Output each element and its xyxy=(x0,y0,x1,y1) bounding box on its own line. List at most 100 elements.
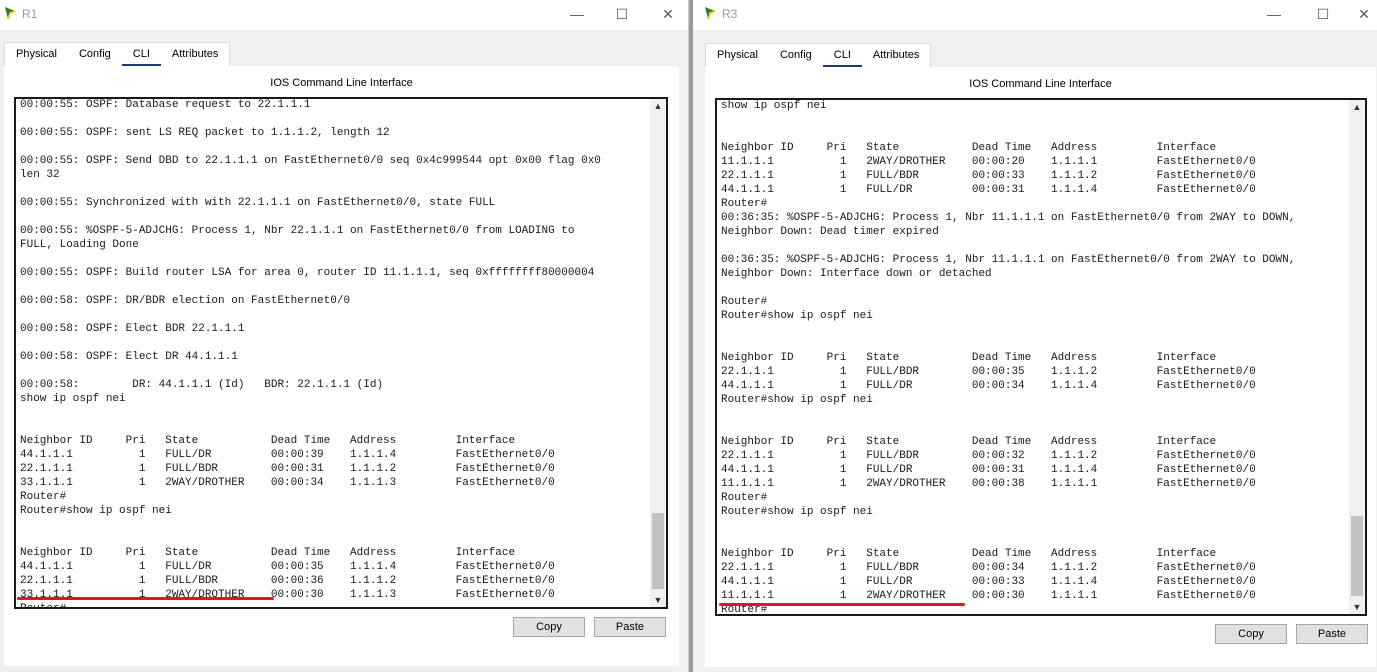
highlight-underline xyxy=(719,603,965,606)
copy-button[interactable]: Copy xyxy=(1215,624,1287,644)
console-line: 00:00:58: DR: 44.1.1.1 (Id) BDR: 22.1.1.… xyxy=(20,379,384,391)
scroll-up-arrow-icon[interactable]: ▲ xyxy=(1349,100,1365,114)
scroll-down-arrow-icon[interactable]: ▼ xyxy=(650,593,666,607)
console-line: 00:00:55: OSPF: Build router LSA for are… xyxy=(20,267,595,279)
scroll-up-arrow-icon[interactable]: ▲ xyxy=(650,99,666,113)
console-line: 22.1.1.1 1 FULL/BDR 00:00:36 1.1.1.2 Fas… xyxy=(20,575,555,587)
panel-title: IOS Command Line Interface xyxy=(969,78,1112,90)
console-line: 44.1.1.1 1 FULL/DR 00:00:39 1.1.1.4 Fast… xyxy=(20,449,555,461)
console-output[interactable]: show ip ospf nei Neighbor ID Pri State De… xyxy=(721,100,1345,614)
console-line: Router#show ip ospf nei xyxy=(721,310,873,322)
maximize-icon[interactable]: ☐ xyxy=(1310,3,1336,25)
paste-button[interactable]: Paste xyxy=(594,617,666,637)
tab-attributes[interactable]: Attributes xyxy=(160,43,230,65)
tab-config[interactable]: Config xyxy=(768,44,823,66)
console-line: 44.1.1.1 1 FULL/DR 00:00:35 1.1.1.4 Fast… xyxy=(20,561,555,573)
console-line: 44.1.1.1 1 FULL/DR 00:00:31 1.1.1.4 Fast… xyxy=(721,464,1256,476)
console-line: Neighbor ID Pri State Dead Time Address … xyxy=(20,547,516,559)
vertical-scrollbar[interactable]: ▲ ▼ xyxy=(650,99,666,607)
tab-config[interactable]: Config xyxy=(67,43,122,65)
window-title: R3 xyxy=(722,7,738,21)
cli-console[interactable]: show ip ospf nei Neighbor ID Pri State De… xyxy=(715,98,1367,616)
console-line: 00:00:55: Synchronized with with 22.1.1.… xyxy=(20,197,496,209)
console-line: 44.1.1.1 1 FULL/DR 00:00:31 1.1.1.4 Fast… xyxy=(721,184,1256,196)
tab-bar: Physical Config CLI Attributes xyxy=(705,43,932,68)
console-line: show ip ospf nei xyxy=(721,100,827,112)
console-line: 00:00:55: %OSPF-5-ADJCHG: Process 1, Nbr… xyxy=(20,225,575,237)
console-line: 22.1.1.1 1 FULL/BDR 00:00:31 1.1.1.2 Fas… xyxy=(20,463,555,475)
cli-panel: IOS Command Line Interface show ip ospf … xyxy=(705,67,1376,667)
tab-physical[interactable]: Physical xyxy=(5,43,68,65)
console-line: 00:36:35: %OSPF-5-ADJCHG: Process 1, Nbr… xyxy=(721,254,1296,266)
close-icon[interactable]: ✕ xyxy=(655,3,681,25)
console-line: Router#show ip ospf nei xyxy=(721,394,873,406)
minimize-icon[interactable]: — xyxy=(1261,3,1287,25)
tab-cli[interactable]: CLI xyxy=(822,44,863,68)
console-line: Neighbor Down: Dead timer expired xyxy=(721,226,939,238)
console-line: Router# xyxy=(20,491,67,503)
scroll-thumb[interactable] xyxy=(652,513,664,589)
minimize-icon[interactable]: — xyxy=(564,3,590,25)
console-line: 22.1.1.1 1 FULL/BDR 00:00:33 1.1.1.2 Fas… xyxy=(721,170,1256,182)
console-line: Router# xyxy=(721,198,768,210)
console-line: Router# xyxy=(721,492,768,504)
console-line: 00:00:58: OSPF: Elect BDR 22.1.1.1 xyxy=(20,323,245,335)
console-line: 00:36:35: %OSPF-5-ADJCHG: Process 1, Nbr… xyxy=(721,212,1296,224)
console-line: 22.1.1.1 1 FULL/BDR 00:00:34 1.1.1.2 Fas… xyxy=(721,562,1256,574)
console-line: 00:00:58: OSPF: DR/BDR election on FastE… xyxy=(20,295,351,307)
router-app-icon xyxy=(705,7,716,20)
tab-cli[interactable]: CLI xyxy=(121,43,162,67)
console-line: show ip ospf nei xyxy=(20,393,126,405)
tab-bar: Physical Config CLI Attributes xyxy=(4,42,231,67)
console-output[interactable]: 00:00:55: OSPF: Database request to 22.1… xyxy=(20,99,646,607)
copy-button[interactable]: Copy xyxy=(513,617,585,637)
console-line: Router#show ip ospf nei xyxy=(721,506,873,518)
console-line: Router# xyxy=(20,602,646,607)
console-line: 00:00:55: OSPF: Send DBD to 22.1.1.1 on … xyxy=(20,155,601,167)
cli-console[interactable]: 00:00:55: OSPF: Database request to 22.1… xyxy=(14,97,668,609)
paste-button[interactable]: Paste xyxy=(1296,624,1368,644)
console-line: 00:00:55: OSPF: sent LS REQ packet to 1.… xyxy=(20,127,390,139)
console-line: 33.1.1.1 1 2WAY/DROTHER 00:00:34 1.1.1.3… xyxy=(20,477,555,489)
console-line: Neighbor ID Pri State Dead Time Address … xyxy=(20,435,516,447)
console-line: 00:00:58: OSPF: Elect DR 44.1.1.1 xyxy=(20,351,238,363)
vertical-scrollbar[interactable]: ▲ ▼ xyxy=(1349,100,1365,614)
tab-physical[interactable]: Physical xyxy=(706,44,769,66)
console-line: Neighbor ID Pri State Dead Time Address … xyxy=(721,548,1217,560)
maximize-icon[interactable]: ☐ xyxy=(609,3,635,25)
title-bar[interactable]: R3 — ☐ ✕ xyxy=(693,0,1377,30)
console-line: Neighbor ID Pri State Dead Time Address … xyxy=(721,352,1217,364)
scroll-down-arrow-icon[interactable]: ▼ xyxy=(1349,600,1365,614)
highlight-underline xyxy=(17,597,274,600)
console-line: 44.1.1.1 1 FULL/DR 00:00:34 1.1.1.4 Fast… xyxy=(721,380,1256,392)
title-bar[interactable]: R1 — ☐ ✕ xyxy=(0,0,688,30)
console-line: 00:00:55: OSPF: Database request to 22.1… xyxy=(20,99,311,111)
scroll-thumb[interactable] xyxy=(1351,516,1363,596)
panel-title: IOS Command Line Interface xyxy=(270,77,413,89)
close-icon[interactable]: ✕ xyxy=(1351,3,1377,25)
cli-panel: IOS Command Line Interface 00:00:55: OSP… xyxy=(4,66,679,666)
console-line: Neighbor ID Pri State Dead Time Address … xyxy=(721,142,1217,154)
console-line: 22.1.1.1 1 FULL/BDR 00:00:32 1.1.1.2 Fas… xyxy=(721,450,1256,462)
console-line: 44.1.1.1 1 FULL/DR 00:00:33 1.1.1.4 Fast… xyxy=(721,576,1256,588)
console-line: Router#show ip ospf nei xyxy=(20,505,172,517)
tab-attributes[interactable]: Attributes xyxy=(861,44,931,66)
